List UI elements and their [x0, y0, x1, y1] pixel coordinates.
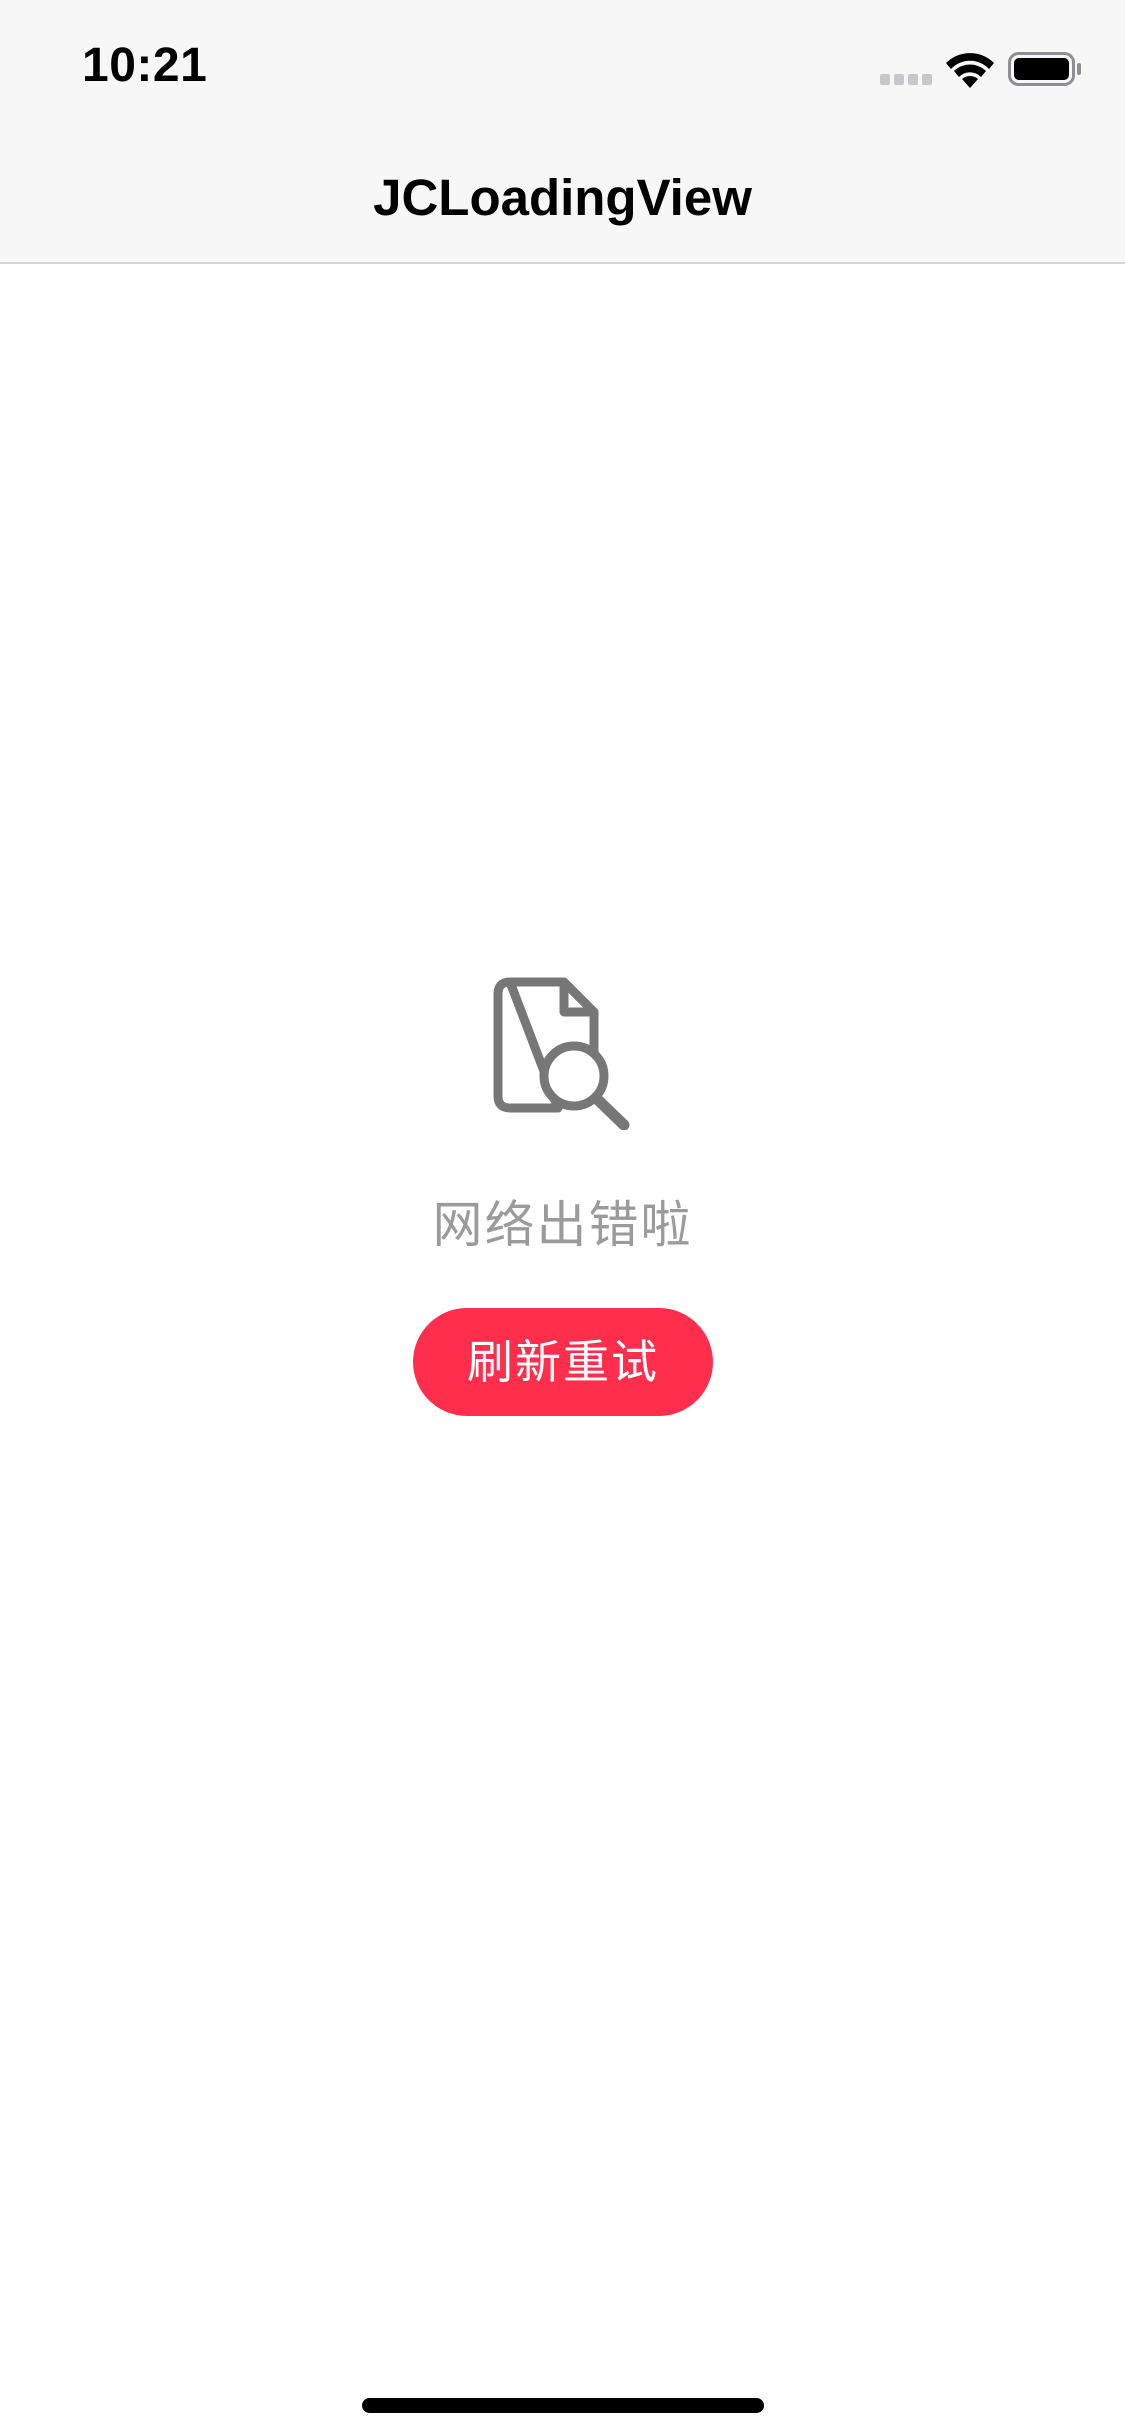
retry-button[interactable]: 刷新重试 [413, 1308, 713, 1416]
home-indicator[interactable] [362, 2398, 764, 2413]
navigation-header: 10:21 JCLoadingView [0, 0, 1125, 264]
cellular-signal-icon [880, 74, 932, 85]
status-bar-time: 10:21 [82, 39, 208, 92]
wifi-icon [946, 53, 994, 88]
error-message: 网络出错啦 [432, 1197, 693, 1253]
page-title: JCLoadingView [373, 169, 752, 226]
battery-icon [1008, 52, 1081, 86]
document-search-icon [493, 977, 630, 1130]
